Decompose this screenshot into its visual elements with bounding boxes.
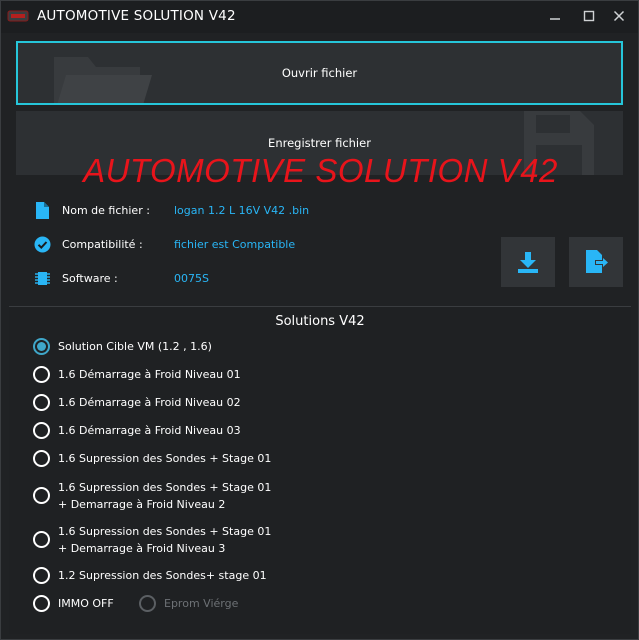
solution-option-line2: + Demarrage à Froid Niveau 2 [58,498,226,511]
solution-option-label: 1.6 Supression des Sondes + Stage 01 + D… [58,479,271,513]
folder-icon [54,57,152,103]
maximize-icon [583,10,595,22]
radio-icon[interactable] [33,595,50,612]
solution-option-5[interactable]: 1.6 Supression des Sondes + Stage 01 + D… [33,479,271,513]
download-button[interactable] [501,237,555,287]
close-button[interactable] [605,5,633,27]
software-label: Software : [62,271,118,285]
download-icon [518,252,538,273]
solution-option-2[interactable]: 1.6 Démarrage à Froid Niveau 02 [33,394,241,411]
radio-icon[interactable] [33,366,50,383]
solution-option-1[interactable]: 1.6 Démarrage à Froid Niveau 01 [33,366,241,383]
minimize-button[interactable] [541,5,569,27]
close-icon [613,10,625,22]
export-file-icon [586,250,608,273]
solution-option-label: 1.6 Démarrage à Froid Niveau 02 [58,396,241,409]
solution-option-3[interactable]: 1.6 Démarrage à Froid Niveau 03 [33,422,241,439]
compatibility-row: Compatibilité : fichier est Compatible [33,234,295,254]
open-file-button[interactable]: Ouvrir fichier [16,41,623,105]
app-window: AUTOMOTIVE SOLUTION V42 Ouvrir fichier E… [0,0,639,640]
filename-value: logan 1.2 L 16V V42 .bin [174,203,310,217]
solution-option-6[interactable]: 1.6 Supression des Sondes + Stage 01 + D… [33,523,271,557]
compatibility-label: Compatibilité : [62,237,143,251]
app-logo-icon [7,10,29,22]
export-file-button[interactable] [569,237,623,287]
solution-option-line1: 1.6 Supression des Sondes + Stage 01 [58,525,272,538]
window-title: AUTOMOTIVE SOLUTION V42 [37,8,236,24]
solution-option-line1: 1.6 Supression des Sondes + Stage 01 [58,481,272,494]
compatibility-value: fichier est Compatible [174,237,296,251]
filename-label: Nom de fichier : [62,203,150,217]
maximize-button[interactable] [575,5,603,27]
immo-off-option[interactable]: IMMO OFF [33,595,114,612]
solution-option-label: 1.6 Démarrage à Froid Niveau 01 [58,368,241,381]
software-value: 0075S [174,271,209,285]
check-circle-icon [33,235,51,253]
solution-option-4[interactable]: 1.6 Supression des Sondes + Stage 01 [33,450,271,467]
solution-option-label: Solution Cible VM (1.2 , 1.6) [58,340,212,353]
radio-icon[interactable] [33,394,50,411]
save-file-label: Enregistrer fichier [268,136,371,150]
immo-off-label: IMMO OFF [58,597,114,610]
solution-option-label: 1.6 Supression des Sondes + Stage 01 + D… [58,523,271,557]
save-disk-icon [524,111,594,175]
solutions-title: Solutions V42 [275,314,365,329]
filename-row: Nom de fichier : logan 1.2 L 16V V42 .bi… [33,200,309,220]
radio-disabled-icon[interactable] [139,595,156,612]
solution-option-label: 1.6 Supression des Sondes + Stage 01 [58,452,272,465]
open-file-label: Ouvrir fichier [281,66,358,80]
solutions-panel: Solutions V42 Solution Cible VM (1.2 , 1… [9,306,631,634]
chip-icon [33,269,51,287]
radio-checked-icon[interactable] [33,338,50,355]
solution-option-label: 1.6 Démarrage à Froid Niveau 03 [58,424,241,437]
file-icon [33,201,51,219]
software-row: Software : 0075S [33,268,209,288]
minimize-icon [550,18,560,20]
radio-icon[interactable] [33,422,50,439]
save-file-button[interactable]: Enregistrer fichier [16,111,623,175]
radio-icon[interactable] [33,567,50,584]
solution-option-line2: + Demarrage à Froid Niveau 3 [58,542,226,555]
title-bar[interactable]: AUTOMOTIVE SOLUTION V42 [1,1,638,33]
solution-option-label: 1.2 Supression des Sondes+ stage 01 [58,569,267,582]
radio-icon[interactable] [33,487,50,504]
solution-option-0[interactable]: Solution Cible VM (1.2 , 1.6) [33,338,212,355]
radio-icon[interactable] [33,531,50,548]
eprom-vierge-option[interactable]: Eprom Viérge [139,595,238,612]
solution-option-7[interactable]: 1.2 Supression des Sondes+ stage 01 [33,567,267,584]
radio-icon[interactable] [33,450,50,467]
eprom-vierge-label: Eprom Viérge [164,597,239,610]
